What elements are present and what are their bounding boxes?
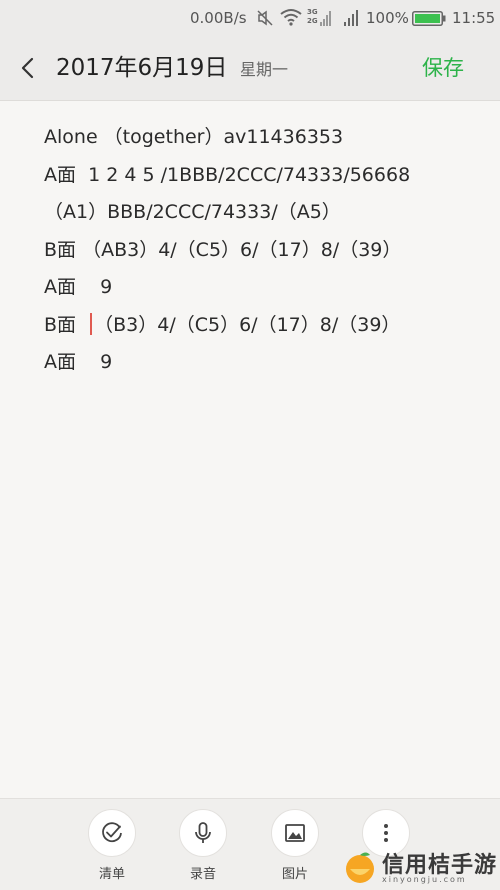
cursor-line-text: （B3）4/（C5）6/（17）8/（39） <box>94 313 401 336</box>
note-line-with-cursor[interactable]: B面 （B3）4/（C5）6/（17）8/（39） <box>44 307 484 345</box>
image-button[interactable]: 图片 <box>260 809 330 882</box>
image-icon <box>285 824 305 842</box>
note-line[interactable]: B面 （AB3）4/（C5）6/（17）8/（39） <box>44 232 484 270</box>
note-line[interactable]: A面 1 2 4 5 /1BBB/2CCC/74333/56668 <box>44 157 484 195</box>
signal-icon-2 <box>344 10 358 26</box>
cursor-line-prefix: B面 <box>44 313 89 336</box>
note-line[interactable]: （A1）BBB/2CCC/74333/（A5） <box>44 194 484 232</box>
status-bar: 0.00B/s 3G 2G 100% 11:55 <box>0 0 500 36</box>
note-text[interactable]: Alone （together）av11436353 A面 1 2 4 5 /1… <box>44 119 484 382</box>
battery-percent: 100% <box>366 9 409 27</box>
note-line[interactable]: A面 9 <box>44 344 484 382</box>
orange-logo-icon <box>346 852 374 883</box>
checklist-icon <box>102 822 122 843</box>
clock: 11:55 <box>452 9 496 27</box>
header: 2017年6月19日 星期一 保存 <box>0 36 500 101</box>
checklist-label: 清单 <box>98 867 125 882</box>
checklist-button[interactable]: 清单 <box>77 809 147 882</box>
mute-icon <box>257 10 273 26</box>
network-speed: 0.00B/s <box>190 9 247 27</box>
back-arrow-icon[interactable] <box>14 54 42 82</box>
network-type-badge: 3G 2G <box>307 8 318 25</box>
text-cursor <box>90 312 93 335</box>
watermark: 信用桔手游 xinyongju.com <box>338 845 500 889</box>
battery-icon <box>412 11 446 26</box>
note-editor[interactable]: Alone （together）av11436353 A面 1 2 4 5 /1… <box>0 101 500 798</box>
wifi-icon <box>280 9 302 26</box>
note-weekday: 星期一 <box>240 60 289 79</box>
watermark-subtext: xinyongju.com <box>382 875 467 884</box>
signal-icon-1 <box>320 11 331 26</box>
note-line[interactable]: A面 9 <box>44 269 484 307</box>
more-vertical-icon <box>384 824 388 842</box>
note-line[interactable]: Alone （together）av11436353 <box>44 119 484 157</box>
microphone-icon <box>195 822 211 843</box>
note-date: 2017年6月19日 <box>56 55 228 81</box>
record-button[interactable]: 录音 <box>168 809 238 882</box>
record-label: 录音 <box>189 867 216 882</box>
image-label: 图片 <box>281 867 308 882</box>
save-button[interactable]: 保存 <box>422 36 464 100</box>
